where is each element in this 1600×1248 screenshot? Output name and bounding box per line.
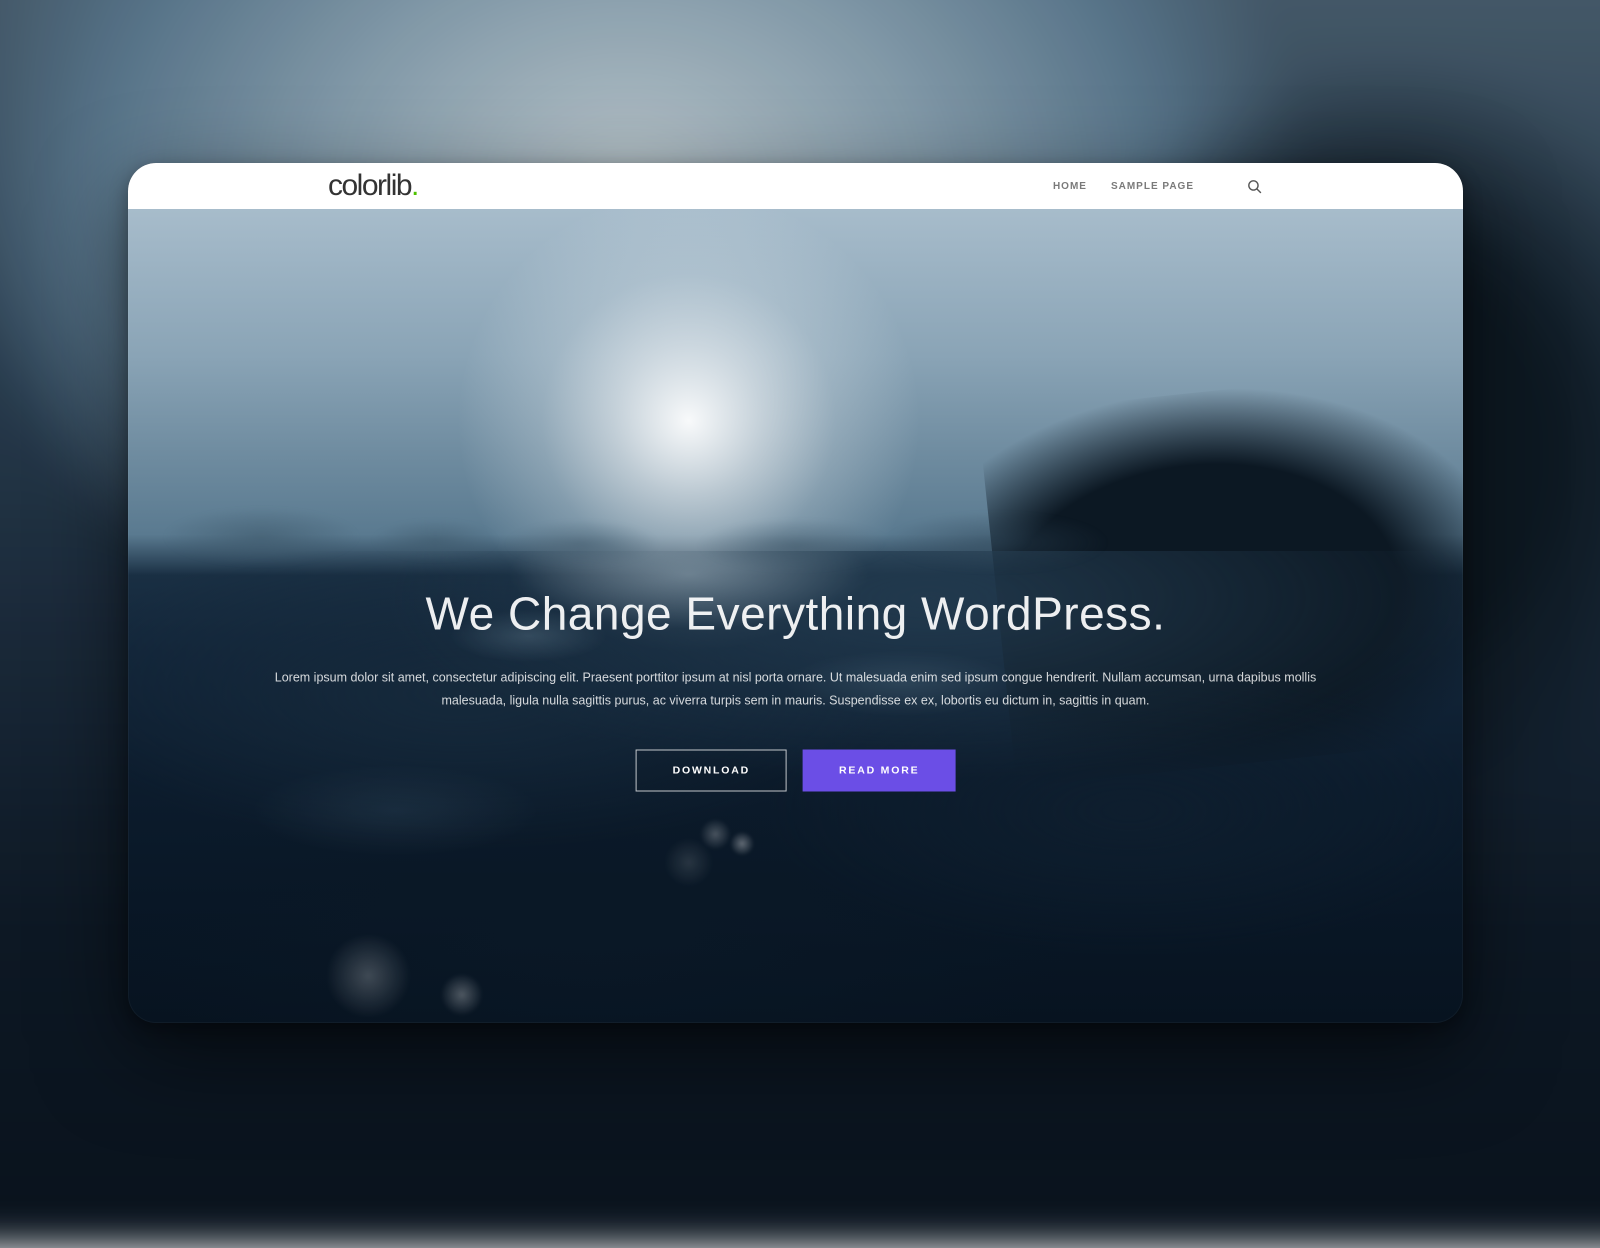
read-more-button[interactable]: READ MORE [803,750,955,792]
site-window: colorlib. HOME SAMPLE PAGE We Change Eve… [128,163,1463,1023]
hero-section: We Change Everything WordPress. Lorem ip… [128,209,1463,1023]
download-button[interactable]: DOWNLOAD [636,750,787,792]
site-logo[interactable]: colorlib. [328,171,418,201]
search-icon[interactable] [1246,178,1263,195]
nav-links: HOME SAMPLE PAGE [1053,178,1263,195]
logo-text: colorlib [328,169,411,202]
nav-link-sample-page[interactable]: SAMPLE PAGE [1111,181,1194,192]
nav-link-home[interactable]: HOME [1053,181,1087,192]
hero-subtitle: Lorem ipsum dolor sit amet, consectetur … [265,667,1325,712]
logo-dot: . [411,169,418,202]
hero-title: We Change Everything WordPress. [208,587,1383,641]
hero-content: We Change Everything WordPress. Lorem ip… [208,587,1383,792]
navbar: colorlib. HOME SAMPLE PAGE [128,163,1463,209]
hero-buttons: DOWNLOAD READ MORE [208,750,1383,792]
